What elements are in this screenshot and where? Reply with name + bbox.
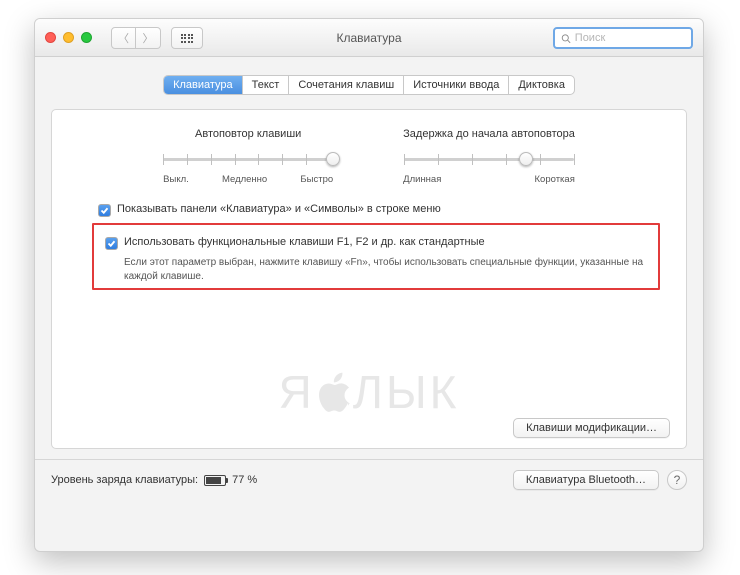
key-repeat-block: Автоповтор клавиши Выкл. Медленно Быстро [163,128,333,185]
fn-keys-label: Использовать функциональные клавиши F1, … [124,236,485,248]
tab-keyboard[interactable]: Клавиатура [164,76,243,94]
key-repeat-title: Автоповтор клавиши [163,128,333,140]
titlebar: 〈 〉 Клавиатура [35,19,703,57]
fn-keys-desc: Если этот параметр выбран, нажмите клави… [124,256,653,283]
content-area: Клавиатура Текст Сочетания клавиш Источн… [35,57,703,551]
chevron-left-icon: 〈 [118,30,129,46]
modifier-keys-button[interactable]: Клавиши модификации… [513,418,670,438]
search-field[interactable] [553,27,693,49]
minimize-button[interactable] [63,32,74,43]
maximize-button[interactable] [81,32,92,43]
nav-buttons: 〈 〉 [111,27,161,49]
fn-keys-checkbox[interactable] [105,237,118,250]
preferences-window: 〈 〉 Клавиатура Клавиатура Текст Сочетани… [34,18,704,552]
key-repeat-labels: Выкл. Медленно Быстро [163,174,333,185]
sliders-row: Автоповтор клавиши Выкл. Медленно Быстро… [68,128,670,185]
delay-labels: Длинная Короткая [403,174,575,185]
battery-percent: 77 % [232,474,257,486]
fn-keys-checkbox-row: Использовать функциональные клавиши F1, … [105,236,653,250]
bluetooth-keyboard-button[interactable]: Клавиатура Bluetooth… [513,470,659,490]
tab-input-sources[interactable]: Источники ввода [404,76,509,94]
watermark: Я ЛЫК [279,365,460,419]
show-all-button[interactable] [171,27,203,49]
apple-icon [314,368,354,416]
battery-label: Уровень заряда клавиатуры: [51,474,198,486]
delay-block: Задержка до начала автоповтора Длинная К… [403,128,575,185]
tab-text[interactable]: Текст [243,76,290,94]
chevron-right-icon: 〉 [143,30,154,46]
tab-shortcuts[interactable]: Сочетания клавиш [289,76,404,94]
tabs: Клавиатура Текст Сочетания клавиш Источн… [49,75,689,95]
key-repeat-slider[interactable] [163,150,333,170]
forward-button[interactable]: 〉 [136,27,161,49]
close-button[interactable] [45,32,56,43]
footer: Уровень заряда клавиатуры: 77 % Клавиату… [49,460,689,490]
window-title: Клавиатура [337,31,402,45]
traffic-lights [45,32,92,43]
battery-status: Уровень заряда клавиатуры: 77 % [51,474,257,486]
help-button[interactable]: ? [667,470,687,490]
highlight-annotation: Использовать функциональные клавиши F1, … [92,223,660,290]
checkmark-icon [107,239,116,248]
tab-bar: Клавиатура Текст Сочетания клавиш Источн… [163,75,575,95]
back-button[interactable]: 〈 [111,27,136,49]
delay-slider[interactable] [404,150,574,170]
battery-icon [204,475,226,486]
tab-dictation[interactable]: Диктовка [509,76,574,94]
checkmark-icon [100,206,109,215]
delay-title: Задержка до начала автоповтора [403,128,575,140]
settings-panel: Я ЛЫК Автоповтор клавиши Выкл. Медленно … [51,109,687,449]
grid-icon [181,34,194,43]
show-panels-checkbox-row: Показывать панели «Клавиатура» и «Символ… [98,203,670,217]
show-panels-label: Показывать панели «Клавиатура» и «Символ… [117,203,441,215]
search-input[interactable] [575,32,685,44]
search-icon [561,33,571,44]
show-panels-checkbox[interactable] [98,204,111,217]
